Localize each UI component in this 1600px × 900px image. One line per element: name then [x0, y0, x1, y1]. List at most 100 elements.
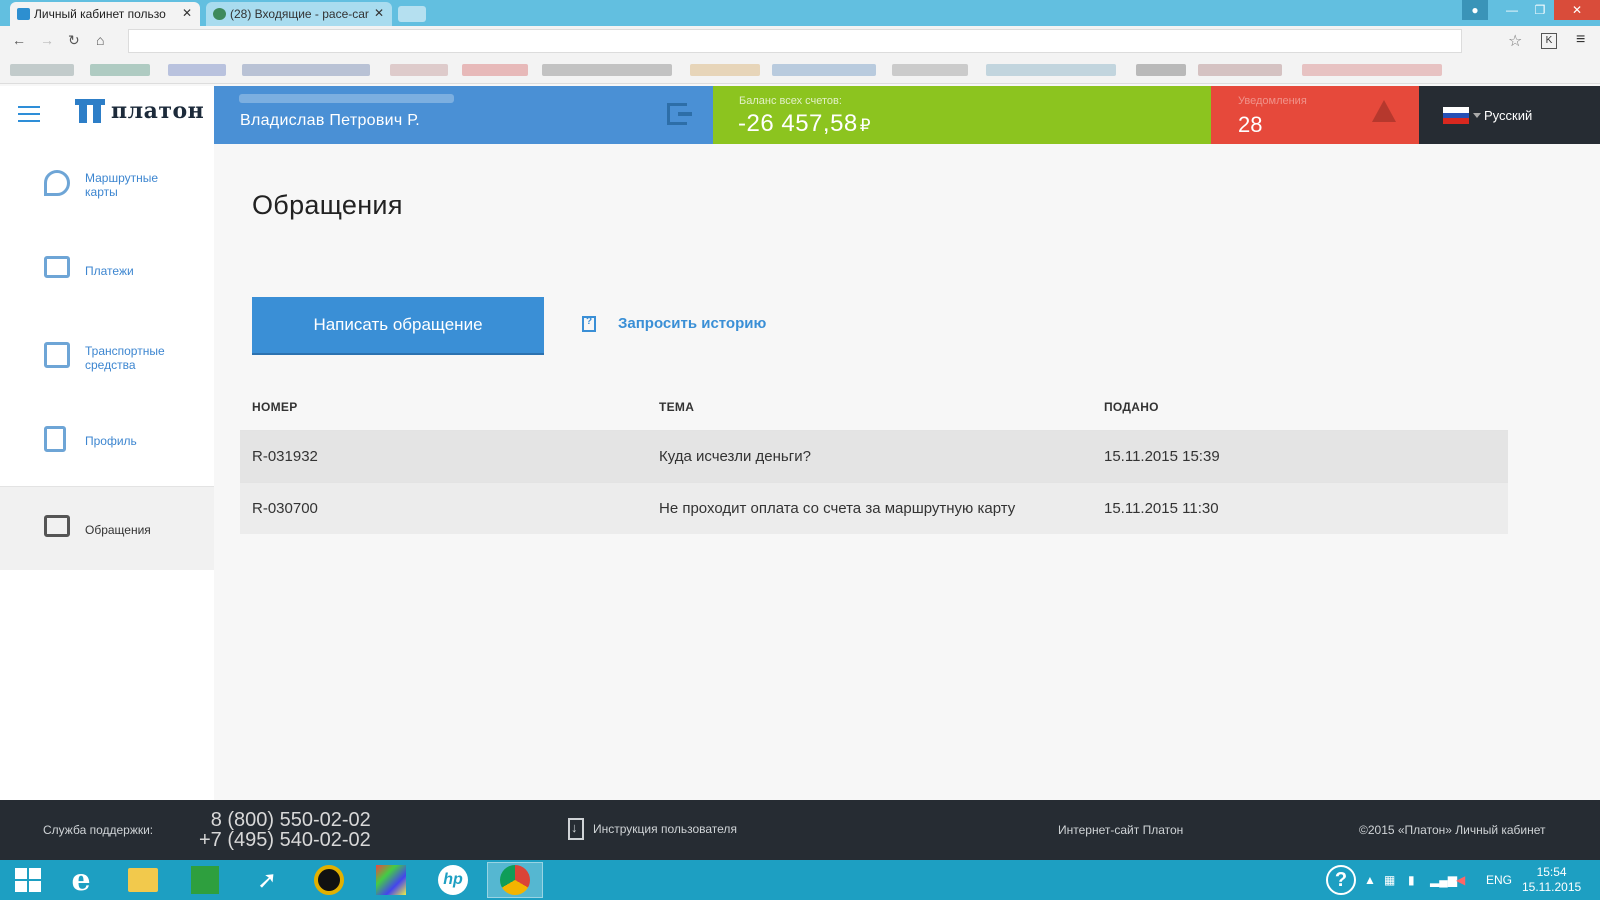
bookmark-item[interactable]	[690, 64, 760, 76]
action-center-icon[interactable]: ▦	[1384, 860, 1395, 900]
map-pin-icon	[44, 170, 70, 196]
language-selector[interactable]: Русский	[1419, 86, 1600, 144]
table-row[interactable]: R-030700 Не проходит оплата со счета за …	[240, 482, 1508, 534]
platon-logo-icon	[75, 99, 105, 123]
media-player-icon[interactable]	[301, 862, 357, 898]
start-button[interactable]	[0, 862, 56, 898]
bookmark-item[interactable]	[90, 64, 150, 76]
bookmark-item[interactable]	[1198, 64, 1282, 76]
bookmark-item[interactable]	[168, 64, 226, 76]
system-clock[interactable]: 15:54 15.11.2015	[1522, 865, 1581, 895]
wallet-icon	[44, 256, 70, 278]
support-phones: 8 (800) 550-02-02 +7 (495) 540-02-02	[199, 810, 371, 850]
clock-time: 15:54	[1536, 865, 1567, 879]
balance-panel[interactable]: Баланс всех счетов: -26 457,58 ₽	[713, 86, 1211, 144]
support-phone-1[interactable]: 8 (800) 550-02-02	[199, 810, 371, 830]
platon-logo[interactable]: платон	[75, 98, 204, 124]
windows-taskbar: e ➚ hp ? ▲ ▦ ▮ ▂▄▆ ◀ ENG 15:54 15.11.201…	[0, 860, 1600, 900]
browser-toolbar: ← → ↻ ⌂ ☆ K ≡	[0, 26, 1600, 56]
help-icon[interactable]: ?	[1326, 865, 1356, 895]
input-language[interactable]: ENG	[1486, 860, 1512, 900]
browser-tab-inbox[interactable]: (28) Входящие - pace-car ✕	[206, 2, 392, 26]
hamburger-menu-icon[interactable]	[18, 106, 40, 122]
browser-menu-icon[interactable]: ≡	[1576, 31, 1585, 49]
bookmark-item[interactable]	[986, 64, 1116, 76]
copyright: ©2015 «Платон» Личный кабинет	[1359, 823, 1546, 837]
chevron-down-icon	[1473, 113, 1481, 118]
rocket-app-icon[interactable]: ➚	[239, 862, 295, 898]
user-manual-link[interactable]: Инструкция пользователя	[568, 818, 737, 840]
bookmark-item[interactable]	[462, 64, 528, 76]
column-header-subject[interactable]: ТЕМА	[659, 400, 694, 414]
column-header-number[interactable]: НОМЕР	[252, 400, 298, 414]
tab-close-icon[interactable]: ✕	[374, 6, 384, 20]
bookmark-item[interactable]	[1136, 64, 1186, 76]
battery-icon[interactable]: ▮	[1408, 860, 1415, 900]
table-row[interactable]: R-031932 Куда исчезли деньги? 15.11.2015…	[240, 430, 1508, 482]
logout-icon[interactable]	[667, 103, 692, 125]
restore-icon[interactable]: ❐	[1526, 0, 1554, 20]
support-label: Служба поддержки:	[43, 823, 154, 837]
profile-icon[interactable]: ●	[1462, 0, 1488, 20]
bookmark-item[interactable]	[10, 64, 74, 76]
home-icon[interactable]: ⌂	[96, 32, 104, 48]
tray-chevron-icon[interactable]: ▲	[1364, 860, 1376, 900]
sidebar-item-label: Профиль	[85, 434, 137, 448]
internet-explorer-icon[interactable]: e	[53, 862, 109, 898]
bookmark-item[interactable]	[390, 64, 448, 76]
clock-date: 15.11.2015	[1522, 880, 1582, 894]
appeal-subject: Не проходит оплата со счета за маршрутну…	[659, 500, 1016, 517]
hp-icon[interactable]: hp	[425, 862, 481, 898]
download-icon	[568, 818, 584, 840]
sidebar-item-payments[interactable]: Платежи	[0, 228, 214, 312]
bookmark-item[interactable]	[542, 64, 672, 76]
browser-tab-active[interactable]: Личный кабинет пользо ✕	[10, 2, 200, 26]
column-header-submitted[interactable]: ПОДАНО	[1104, 400, 1159, 414]
request-history-link[interactable]: Запросить историю	[582, 315, 766, 332]
reload-icon[interactable]: ↻	[68, 32, 80, 49]
site-favicon-icon	[17, 8, 30, 20]
write-appeal-button[interactable]: Написать обращение	[252, 297, 544, 353]
minimize-icon[interactable]: —	[1498, 0, 1526, 20]
back-icon[interactable]: ←	[12, 32, 26, 48]
network-icon[interactable]: ▂▄▆	[1430, 860, 1457, 900]
notifications-panel[interactable]: Уведомления 28	[1211, 86, 1419, 144]
sidebar-item-vehicles[interactable]: Транспортные средства	[0, 312, 214, 396]
close-window-icon[interactable]: ✕	[1554, 0, 1600, 20]
appeal-number: R-031932	[252, 448, 318, 465]
sidebar-item-profile[interactable]: Профиль	[0, 396, 214, 480]
bookmark-item[interactable]	[1302, 64, 1442, 76]
sidebar: Маршрутные карты Платежи Транспортные ср…	[0, 144, 214, 800]
sidebar-item-label: Обращения	[85, 523, 151, 537]
bookmark-item[interactable]	[892, 64, 968, 76]
bookmark-item[interactable]	[242, 64, 370, 76]
file-explorer-icon[interactable]	[115, 862, 171, 898]
new-tab-button[interactable]	[398, 6, 426, 22]
appeal-subject: Куда исчезли деньги?	[659, 448, 811, 465]
user-name: Владислав Петрович Р.	[240, 112, 420, 129]
user-panel[interactable]: Владислав Петрович Р.	[214, 86, 713, 144]
appeal-date: 15.11.2015 11:30	[1104, 500, 1219, 517]
sidebar-item-appeals[interactable]: Обращения	[0, 486, 214, 570]
appeal-date: 15.11.2015 15:39	[1104, 448, 1220, 465]
bookmarks-bar	[0, 56, 1600, 84]
support-phone-2[interactable]: +7 (495) 540-02-02	[199, 830, 371, 850]
volume-muted-icon[interactable]: ◀	[1456, 860, 1465, 900]
tab-title: Личный кабинет пользо	[34, 7, 166, 21]
chrome-icon[interactable]	[487, 862, 543, 898]
extension-icon[interactable]: K	[1541, 33, 1557, 49]
balance-value: -26 457,58 ₽	[738, 110, 872, 137]
tab-title: (28) Входящие - pace-car	[230, 7, 369, 21]
sidebar-item-route-cards[interactable]: Маршрутные карты	[0, 144, 214, 228]
puzzle-app-icon[interactable]	[363, 862, 419, 898]
account-label-blurred	[239, 94, 454, 103]
bookmark-star-icon[interactable]: ☆	[1508, 31, 1522, 51]
address-bar[interactable]	[128, 29, 1462, 53]
platon-site-link[interactable]: Интернет-сайт Платон	[1058, 823, 1183, 837]
bookmark-item[interactable]	[772, 64, 876, 76]
window-controls: ● — ❐ ✕	[1462, 0, 1600, 20]
tab-close-icon[interactable]: ✕	[182, 6, 192, 20]
store-icon[interactable]	[177, 862, 233, 898]
forward-icon[interactable]: →	[40, 32, 54, 48]
footer: Служба поддержки: 8 (800) 550-02-02 +7 (…	[0, 800, 1600, 860]
